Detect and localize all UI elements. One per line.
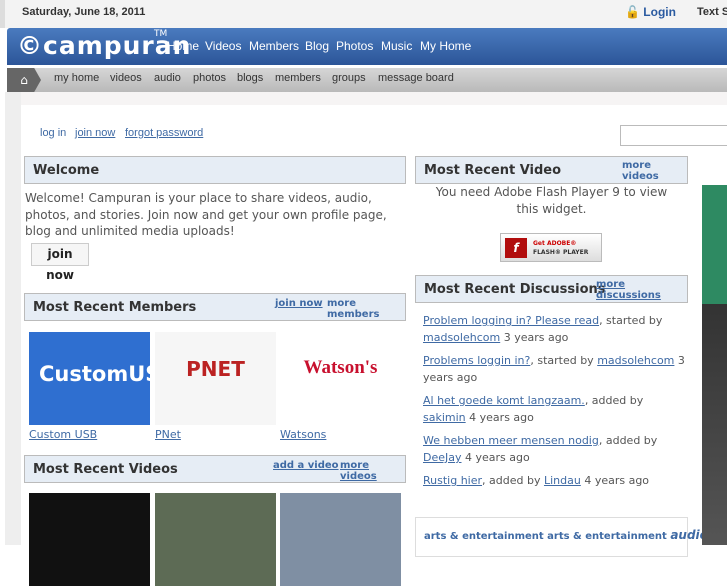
discussion-link[interactable]: We hebben meer mensen nodig — [423, 434, 599, 447]
more-discussions-link[interactable]: more discussions — [596, 279, 687, 301]
discussion-link[interactable]: Problem logging in? Please read — [423, 314, 599, 327]
video-thumb[interactable] — [280, 493, 401, 586]
member-thumb-watsons[interactable]: Watson's — [280, 332, 401, 425]
discussion-item: We hebben meer mensen nodig, added by De… — [423, 432, 688, 466]
user-link[interactable]: Lindau — [544, 474, 581, 487]
discussions-header: Most Recent Discussions more discussions — [415, 275, 688, 303]
nav-blog[interactable]: Blog — [305, 39, 329, 53]
discussion-verb: , started by — [530, 354, 598, 367]
welcome-header: Welcome — [24, 156, 406, 184]
subnav-photos[interactable]: photos — [193, 72, 226, 84]
members-header: Most Recent Members join now more member… — [24, 293, 406, 321]
subnav-message-board[interactable]: message board — [378, 72, 454, 84]
home-icon[interactable]: ⌂ — [7, 68, 41, 92]
recent-video-header: Most Recent Video more videos — [415, 156, 688, 184]
login-link[interactable]: 🔓 Login — [625, 5, 676, 19]
ad-banner[interactable] — [702, 185, 727, 545]
members-join-link[interactable]: join now — [275, 298, 323, 309]
video-thumb[interactable] — [29, 493, 150, 586]
tag-link[interactable]: arts & entertainment arts & entertainmen… — [424, 531, 667, 542]
subnav-members[interactable]: members — [275, 72, 321, 84]
member-name[interactable]: Watsons — [280, 428, 326, 441]
search-input[interactable] — [620, 125, 727, 146]
subnav-my-home[interactable]: my home — [54, 72, 99, 84]
recent-video-title: Most Recent Video — [424, 163, 562, 178]
more-videos-link[interactable]: more videos — [340, 460, 405, 482]
subnav-groups[interactable]: groups — [332, 72, 366, 84]
user-link[interactable]: madsolehcom — [597, 354, 674, 367]
videos-header: Most Recent Videos add a video more vide… — [24, 455, 406, 483]
content-strip — [21, 92, 727, 105]
flash-label-1: Get ADOBE® — [533, 240, 577, 247]
join-now-button[interactable]: join now — [31, 243, 89, 282]
member-name[interactable]: Custom USB — [29, 428, 97, 441]
flash-icon: f — [505, 238, 527, 258]
member-thumb-custom-usb[interactable]: CustomUSB — [29, 332, 150, 425]
text-size-control[interactable]: Text S — [697, 6, 727, 18]
nav-my-home[interactable]: My Home — [420, 39, 471, 53]
nav-videos[interactable]: Videos — [205, 39, 241, 53]
more-members-link[interactable]: more members — [327, 298, 405, 320]
main-nav: ©campuran TM Home Videos Members Blog Ph… — [7, 28, 727, 65]
forgot-password-link[interactable]: forgot password — [125, 127, 203, 139]
subnav-videos[interactable]: videos — [110, 72, 142, 84]
discussion-link[interactable]: Al het goede komt langzaam. — [423, 394, 585, 407]
videos-title: Most Recent Videos — [33, 462, 178, 477]
tag-cloud: arts & entertainment arts & entertainmen… — [415, 517, 727, 557]
user-link[interactable]: sakimin — [423, 411, 466, 424]
discussion-verb: , started by — [599, 314, 663, 327]
left-rail — [5, 92, 21, 545]
discussion-age: 4 years ago — [580, 474, 650, 487]
flash-notice: You need Adobe Flash Player 9 to view th… — [435, 185, 668, 216]
members-title: Most Recent Members — [33, 300, 197, 315]
login-link-small[interactable]: log in — [40, 127, 66, 139]
discussion-age: 4 years ago — [465, 411, 534, 424]
discussion-verb: , added by — [598, 434, 658, 447]
discussion-item: Problem logging in? Please read, started… — [423, 312, 688, 346]
video-thumb[interactable] — [155, 493, 276, 586]
discussions-title: Most Recent Discussions — [424, 282, 606, 297]
welcome-title: Welcome — [33, 163, 100, 178]
current-date: Saturday, June 18, 2011 — [22, 6, 146, 18]
subnav-audio[interactable]: audio — [154, 72, 181, 84]
discussion-item: Problems loggin in?, started by madsoleh… — [423, 352, 688, 386]
add-video-link[interactable]: add a video — [273, 460, 339, 471]
member-thumb-pnet[interactable]: PNET — [155, 332, 276, 425]
discussion-age: 3 years ago — [500, 331, 569, 344]
user-link[interactable]: madsolehcom — [423, 331, 500, 344]
discussion-link[interactable]: Rustig hier — [423, 474, 482, 487]
welcome-text: Welcome! Campuran is your place to share… — [25, 191, 387, 238]
get-flash-button[interactable]: f Get ADOBE® FLASH® PLAYER — [500, 233, 602, 262]
user-link[interactable]: DeeJay — [423, 451, 462, 464]
discussion-verb: , added by — [482, 474, 544, 487]
discussion-item: Al het goede komt langzaam., added by sa… — [423, 392, 688, 426]
nav-members[interactable]: Members — [249, 39, 299, 53]
subnav-blogs[interactable]: blogs — [237, 72, 263, 84]
trademark: TM — [154, 29, 168, 39]
join-now-link[interactable]: join now — [75, 127, 115, 139]
member-name[interactable]: PNet — [155, 428, 181, 441]
nav-home[interactable]: Home — [167, 39, 199, 53]
nav-photos[interactable]: Photos — [336, 39, 373, 53]
sub-nav: ⌂ my home videos audio photos blogs memb… — [7, 68, 727, 92]
lock-icon: 🔓 — [625, 5, 640, 19]
discussion-verb: , added by — [584, 394, 644, 407]
nav-music[interactable]: Music — [381, 39, 412, 53]
flash-label-2: FLASH® PLAYER — [533, 249, 589, 256]
discussion-age: 4 years ago — [461, 451, 530, 464]
discussion-link[interactable]: Problems loggin in? — [423, 354, 530, 367]
discussion-item: Rustig hier, added by Lindau 4 years ago — [423, 472, 688, 489]
more-videos-link[interactable]: more videos — [622, 160, 687, 182]
